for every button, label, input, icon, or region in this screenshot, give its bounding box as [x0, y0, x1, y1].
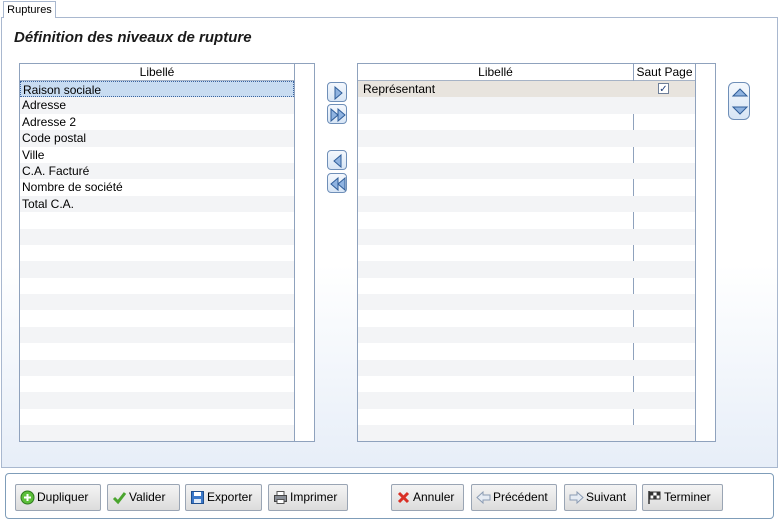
- empty-row: [20, 392, 294, 409]
- remove-button[interactable]: [327, 150, 347, 170]
- list-item[interactable]: Adresse: [20, 97, 294, 114]
- empty-row: [20, 376, 294, 392]
- terminer-label: Terminer: [664, 490, 711, 504]
- arrow-right-icon: [334, 85, 343, 101]
- dupliquer-button[interactable]: Dupliquer: [15, 484, 101, 511]
- double-arrow-right-icon: [330, 107, 346, 123]
- empty-row: [20, 245, 294, 261]
- add-all-button[interactable]: [327, 104, 347, 124]
- column-header-saut-page[interactable]: Saut Page: [634, 64, 695, 81]
- list-item[interactable]: Nombre de société: [20, 179, 294, 195]
- exporter-button[interactable]: Exporter: [185, 484, 262, 511]
- arrow-left-icon: [333, 153, 342, 169]
- vertical-scrollbar[interactable]: [695, 64, 715, 441]
- empty-row: [20, 425, 294, 441]
- floppy-disk-icon: [191, 491, 204, 504]
- terminer-button[interactable]: Terminer: [642, 484, 723, 511]
- arrow-up-icon: [731, 88, 749, 97]
- vertical-scrollbar[interactable]: [294, 64, 314, 441]
- checkmark-icon: [112, 492, 127, 505]
- list-item[interactable]: Raison sociale: [20, 81, 294, 98]
- precedent-button[interactable]: Précédent: [471, 484, 557, 511]
- row-label: Représentant: [363, 82, 436, 96]
- page-title: Définition des niveaux de rupture: [14, 29, 252, 46]
- empty-row: [20, 278, 294, 294]
- empty-row: [20, 261, 294, 278]
- annuler-button[interactable]: Annuler: [391, 484, 464, 511]
- tab-ruptures[interactable]: Ruptures: [3, 1, 56, 18]
- list-item[interactable]: C.A. Facturé: [20, 162, 294, 180]
- updown-icons: [731, 88, 749, 115]
- arrow-left-icon: [476, 490, 491, 505]
- available-levels-grid[interactable]: Libellé Raison sociale Adresse Adresse 2…: [19, 63, 315, 442]
- list-item[interactable]: Code postal: [20, 130, 294, 147]
- column-header-libelle[interactable]: Libellé: [358, 64, 634, 81]
- arrow-right-icon: [569, 490, 584, 505]
- valider-button[interactable]: Valider: [107, 484, 180, 511]
- plus-circle-icon: [20, 490, 35, 505]
- annuler-label: Annuler: [413, 490, 455, 504]
- list-item[interactable]: Adresse 2: [20, 114, 294, 130]
- empty-row: [20, 326, 294, 344]
- arrow-down-icon: [731, 106, 749, 115]
- suivant-button[interactable]: Suivant: [564, 484, 637, 511]
- exporter-label: Exporter: [207, 490, 253, 504]
- empty-row: [20, 409, 294, 425]
- printer-icon: [274, 491, 287, 504]
- suivant-label: Suivant: [586, 490, 627, 504]
- empty-row: [20, 310, 294, 326]
- add-button[interactable]: [327, 82, 347, 102]
- dupliquer-label: Dupliquer: [37, 490, 89, 504]
- checkered-flag-icon: [648, 491, 661, 504]
- list-item[interactable]: Ville: [20, 147, 294, 163]
- empty-row: [20, 343, 294, 359]
- column-header-libelle[interactable]: Libellé: [20, 64, 294, 81]
- empty-row: [20, 294, 294, 311]
- valider-label: Valider: [129, 490, 166, 504]
- empty-row: [20, 228, 294, 245]
- imprimer-label: Imprimer: [290, 490, 338, 504]
- list-item[interactable]: Total C.A.: [20, 195, 294, 213]
- saut-page-column-shade: [634, 81, 696, 440]
- empty-row: [20, 212, 294, 228]
- imprimer-button[interactable]: Imprimer: [268, 484, 348, 511]
- remove-all-button[interactable]: [327, 173, 347, 193]
- precedent-label: Précédent: [493, 490, 548, 504]
- move-up-down-control: [728, 82, 750, 120]
- empty-row: [20, 359, 294, 377]
- double-arrow-left-icon: [330, 176, 346, 192]
- close-icon: [397, 491, 410, 504]
